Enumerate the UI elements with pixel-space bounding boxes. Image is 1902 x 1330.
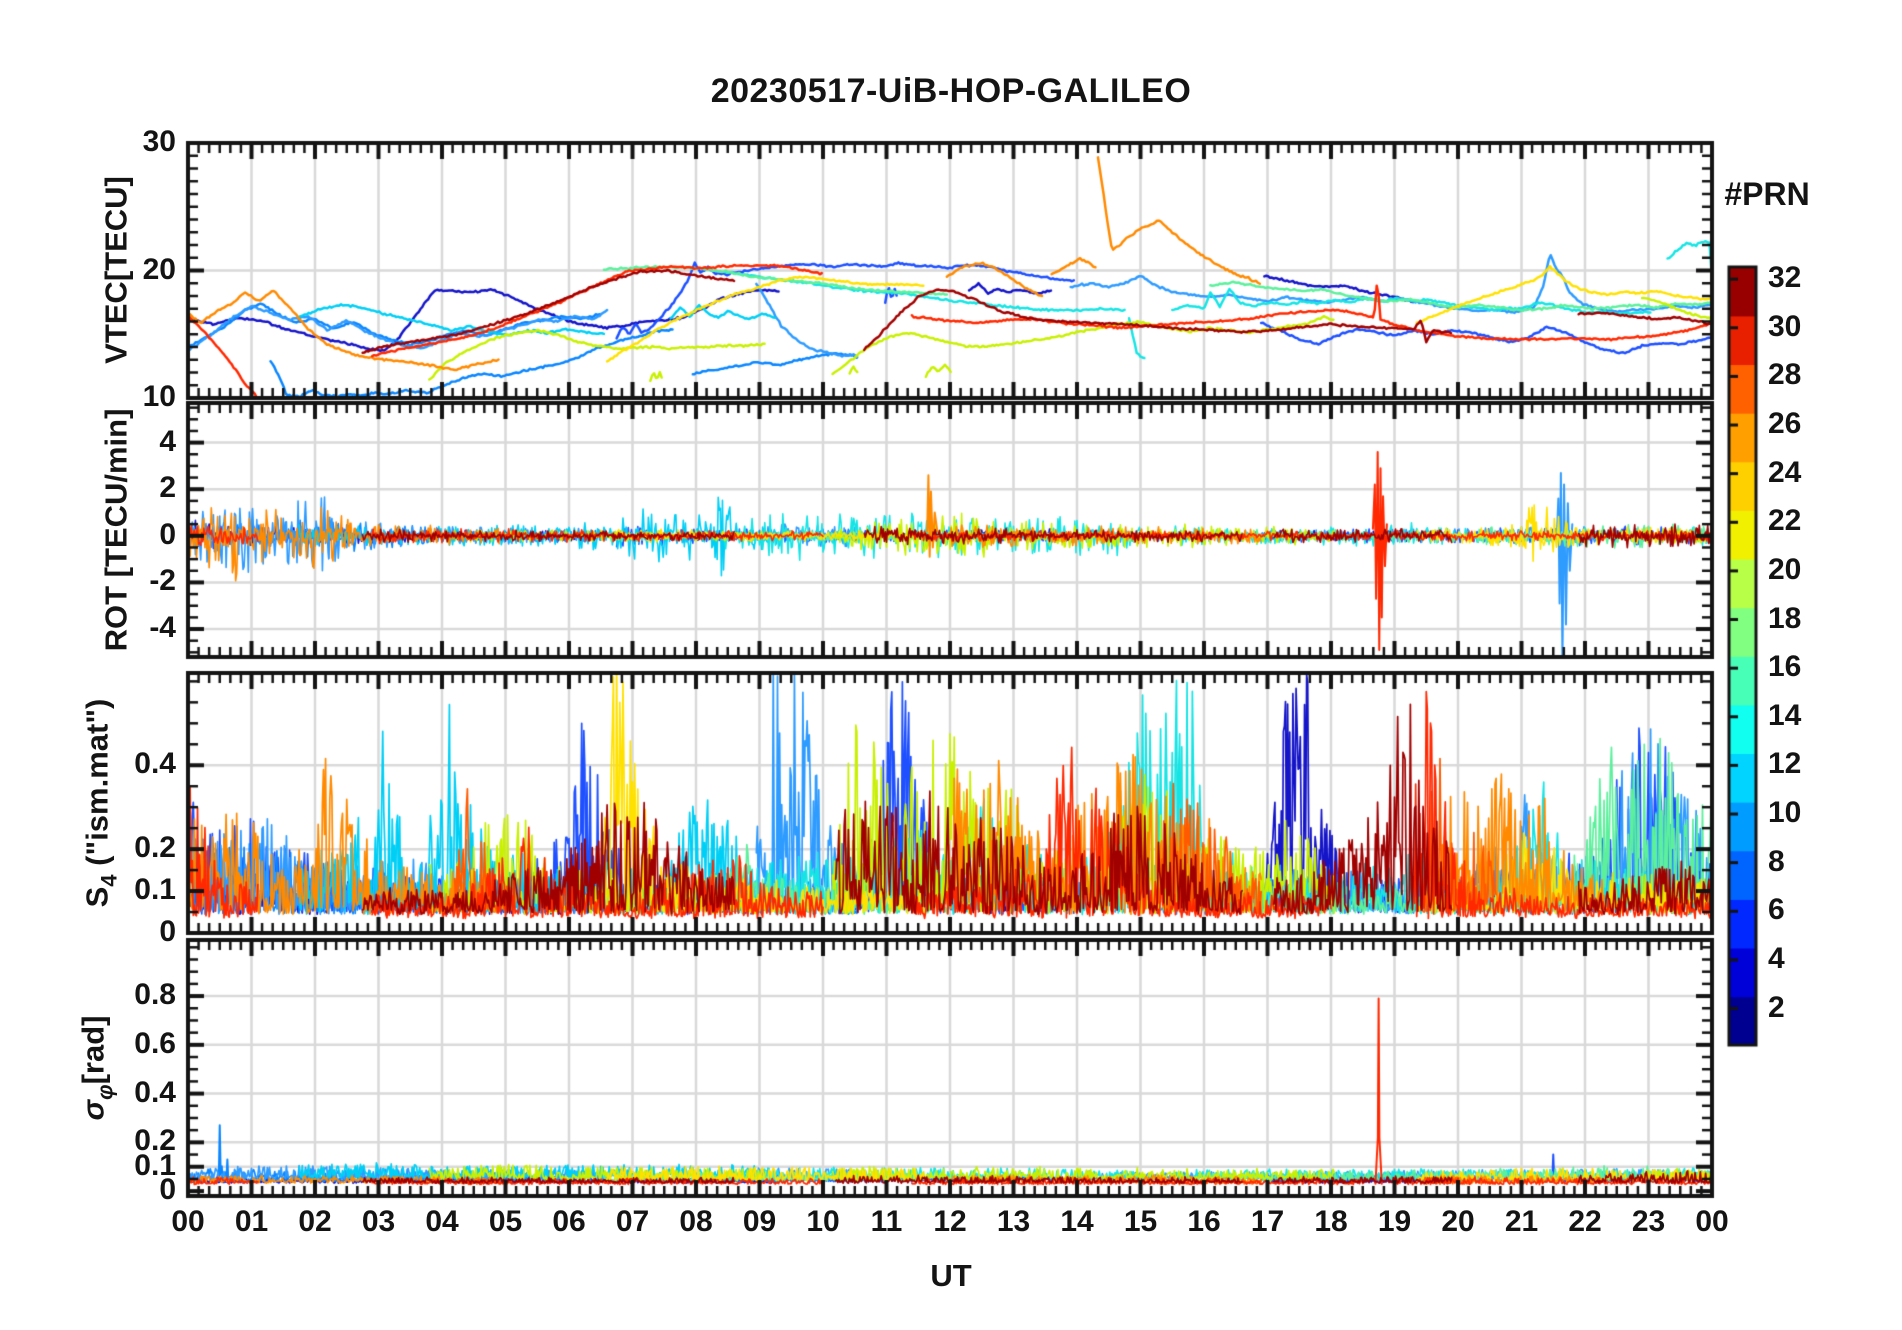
colorbar-tick-label: 8 xyxy=(1768,844,1785,878)
colorbar-tick-label: 12 xyxy=(1768,747,1802,781)
figure-root: 20230517-UiB-HOP-GALILEO VTEC[TECU] ROT … xyxy=(0,0,1902,1330)
x-tick-label: 00 xyxy=(1695,1205,1729,1238)
y-tick-label: 0 xyxy=(159,517,176,551)
colorbar-tick-label: 30 xyxy=(1768,309,1802,343)
y-tick-label: 4 xyxy=(159,424,176,458)
chart-title: 20230517-UiB-HOP-GALILEO xyxy=(710,72,1192,110)
colorbar-tick-label: 26 xyxy=(1768,407,1802,441)
colorbar-tick-label: 20 xyxy=(1768,552,1802,586)
colorbar-tick-label: 16 xyxy=(1768,650,1802,684)
y-tick-label: 0.6 xyxy=(134,1026,176,1060)
colorbar-tick-label: 2 xyxy=(1768,990,1785,1024)
colorbar-tick-label: 22 xyxy=(1768,504,1802,538)
y-tick-label: 30 xyxy=(142,125,176,158)
colorbar-title: #PRN xyxy=(1724,176,1810,212)
y-tick-label: 0.8 xyxy=(134,978,176,1012)
colorbar-tick-label: 18 xyxy=(1768,601,1802,635)
colorbar-tick-label: 32 xyxy=(1768,261,1802,295)
y-tick-label: 0.4 xyxy=(134,747,176,781)
colorbar-tick-label: 24 xyxy=(1768,455,1802,489)
y-tick-label: 20 xyxy=(142,252,176,286)
chart-canvas xyxy=(0,0,1902,1330)
y-tick-label: 0.1 xyxy=(134,873,176,907)
colorbar-tick-label: 28 xyxy=(1768,358,1802,392)
colorbar-tick-label: 4 xyxy=(1768,941,1785,975)
x-axis-label: UT xyxy=(930,1258,972,1293)
y-tick-label: 0.4 xyxy=(134,1075,176,1109)
y-tick-label: 0 xyxy=(159,915,176,948)
colorbar-tick-label: 6 xyxy=(1768,893,1785,927)
y-tick-label: 10 xyxy=(142,380,176,413)
y-tick-label: 0.2 xyxy=(134,1124,176,1158)
y-tick-label: -2 xyxy=(149,564,176,598)
colorbar-tick-label: 10 xyxy=(1768,796,1802,830)
y-tick-label: 0.2 xyxy=(134,831,176,865)
colorbar-tick-label: 14 xyxy=(1768,698,1802,732)
y-tick-label: -4 xyxy=(149,611,176,645)
y-tick-label: 2 xyxy=(159,471,176,505)
